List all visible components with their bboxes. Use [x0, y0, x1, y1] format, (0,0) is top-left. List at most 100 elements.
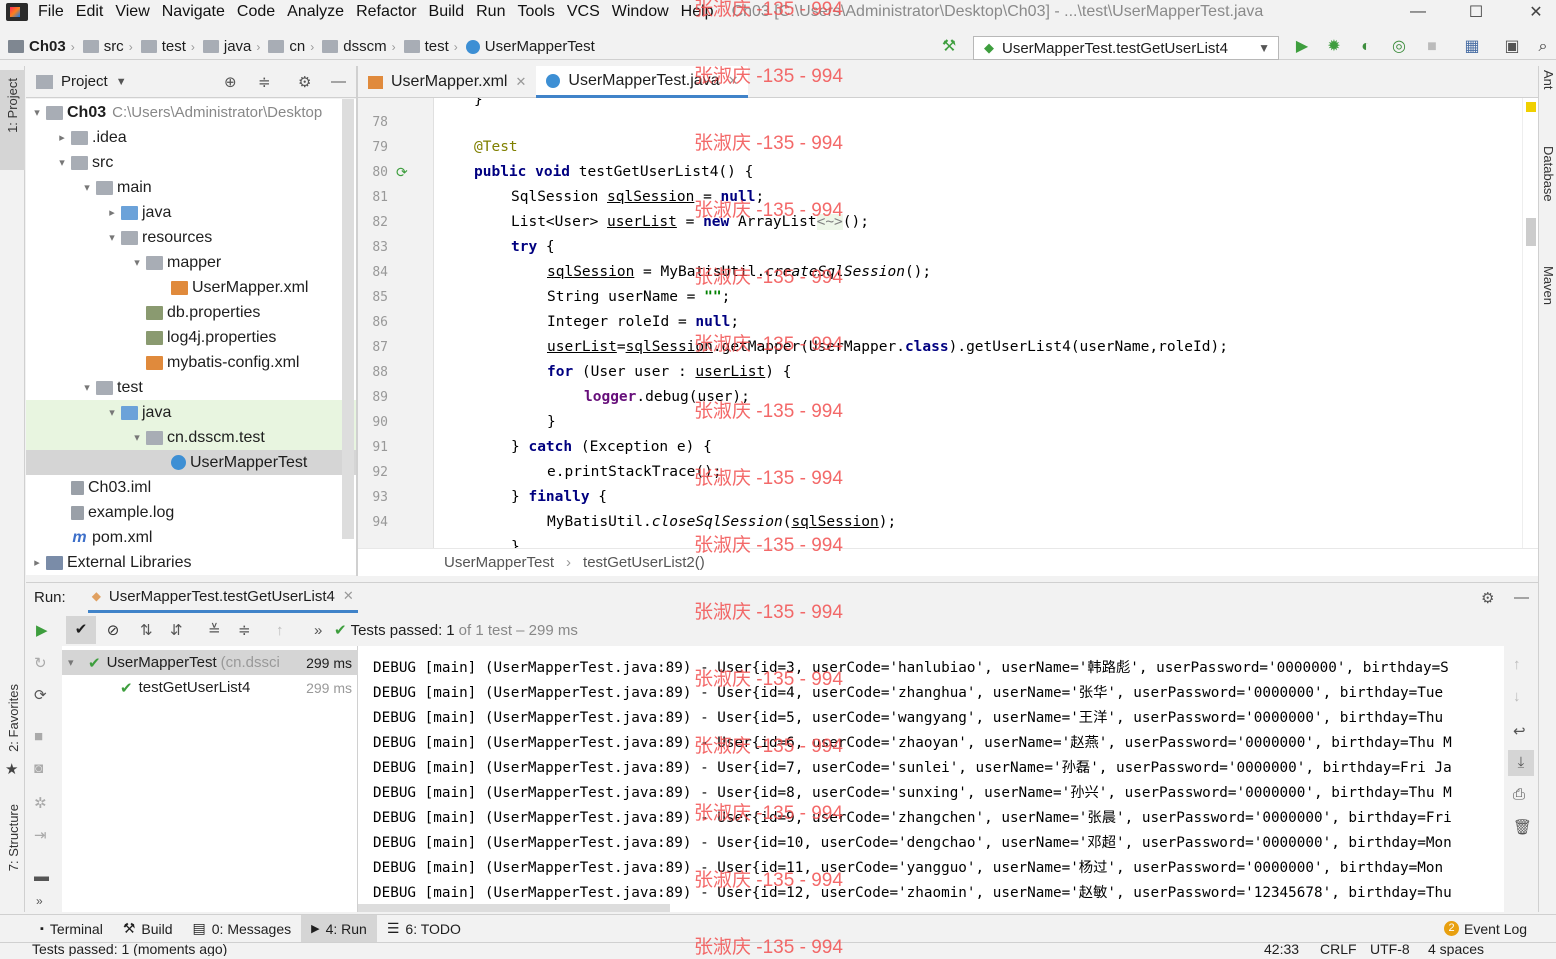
- terminal-window-icon[interactable]: ▣: [1503, 38, 1521, 56]
- editor-tab[interactable]: UserMapperTest.java ✕: [536, 66, 749, 98]
- expand-all-icon[interactable]: ≚: [208, 621, 234, 639]
- console-horizontal-scrollbar[interactable]: [358, 904, 670, 912]
- ant-tool-label[interactable]: Ant: [1541, 70, 1556, 90]
- favorites-tool-label[interactable]: 2: Favorites: [6, 684, 21, 752]
- nav-crumb[interactable]: cn ›: [268, 38, 314, 55]
- chevron-down-icon[interactable]: ▾: [105, 406, 119, 419]
- structure-tool-label[interactable]: 7: Structure: [6, 804, 21, 871]
- coverage-icon[interactable]: ◐: [1357, 38, 1375, 56]
- line-separator[interactable]: CRLF: [1320, 943, 1357, 956]
- tree-node[interactable]: ▾ test: [26, 375, 356, 400]
- breadcrumb-method[interactable]: testGetUserList2(): [583, 554, 705, 571]
- chevron-down-icon[interactable]: ▾: [55, 156, 69, 169]
- caret-position[interactable]: 42:33: [1264, 943, 1299, 956]
- run-icon[interactable]: ▶: [1293, 38, 1311, 56]
- print-icon[interactable]: ⎙: [1513, 786, 1525, 803]
- debug-icon[interactable]: ✹: [1325, 38, 1343, 56]
- menu-item[interactable]: VCS: [561, 3, 606, 21]
- camera-icon[interactable]: ◙: [34, 760, 43, 777]
- chevron-down-icon[interactable]: ▾: [30, 106, 44, 119]
- tree-node[interactable]: ▾ main: [26, 175, 356, 200]
- tree-node[interactable]: ▸ java: [26, 200, 356, 225]
- trash-icon[interactable]: 🗑: [1513, 818, 1532, 836]
- project-tree-scrollbar[interactable]: [342, 99, 354, 539]
- rerun-failed-icon[interactable]: ↻: [34, 654, 47, 672]
- chevron-down-icon[interactable]: ▼: [116, 76, 127, 88]
- nav-crumb[interactable]: src ›: [82, 38, 133, 55]
- stop-icon[interactable]: ■: [1423, 38, 1441, 56]
- editor-tab[interactable]: UserMapper.xml ✕: [358, 66, 536, 98]
- menu-item[interactable]: Edit: [70, 3, 110, 21]
- maximize-icon[interactable]: ☐: [1448, 0, 1504, 24]
- run-tab[interactable]: ◆ UserMapperTest.testGetUserList4 ✕: [87, 583, 358, 613]
- tree-node[interactable]: example.log: [26, 500, 356, 525]
- soft-wrap-icon[interactable]: ↩: [1513, 722, 1526, 740]
- run-test-gutter-icon[interactable]: ⟳: [396, 164, 408, 181]
- nav-crumb[interactable]: java ›: [202, 38, 260, 55]
- indent-setting[interactable]: 4 spaces: [1428, 943, 1484, 956]
- profile-icon[interactable]: ◎: [1390, 38, 1408, 56]
- event-log-button[interactable]: 2 Event Log: [1434, 915, 1537, 943]
- menu-item[interactable]: File: [32, 3, 70, 21]
- tree-node[interactable]: ▸ External Libraries: [26, 550, 356, 575]
- collapse-all-icon[interactable]: ≑: [258, 73, 271, 91]
- chevron-down-icon[interactable]: ▾: [130, 256, 144, 269]
- tree-node[interactable]: ▾ Ch03 C:\Users\Administrator\Desktop: [26, 100, 356, 125]
- tree-node[interactable]: UserMapper.xml: [26, 275, 356, 300]
- tree-node[interactable]: ▾ src: [26, 150, 356, 175]
- editor-marker-bar[interactable]: [1522, 98, 1538, 548]
- tree-node[interactable]: ▾ java: [26, 400, 356, 425]
- build-hammer-icon[interactable]: ⚒: [940, 38, 958, 56]
- gear-icon[interactable]: ⚙: [1481, 589, 1494, 607]
- tree-node[interactable]: db.properties: [26, 300, 356, 325]
- menu-item[interactable]: Help: [675, 3, 720, 21]
- console-output[interactable]: DEBUG [main] (UserMapperTest.java:89) - …: [358, 646, 1504, 912]
- file-encoding[interactable]: UTF-8: [1370, 943, 1410, 956]
- project-panel-title[interactable]: Project: [61, 73, 108, 90]
- nav-crumb[interactable]: dsscm ›: [322, 38, 396, 55]
- nav-crumb[interactable]: UserMapperTest: [465, 38, 595, 55]
- tree-node[interactable]: Ch03.iml: [26, 475, 356, 500]
- settings-icon[interactable]: ✲: [34, 794, 47, 812]
- tree-node[interactable]: ▾ mapper: [26, 250, 356, 275]
- database-tool-label[interactable]: Database: [1541, 146, 1556, 202]
- editor-scroll-thumb[interactable]: [1526, 218, 1536, 246]
- build-tool-button[interactable]: ⚒ Build: [113, 915, 183, 943]
- search-icon[interactable]: ⌕: [1534, 38, 1552, 56]
- scroll-to-end-icon[interactable]: ⤓: [1508, 750, 1534, 776]
- messages-tool-button[interactable]: ▤ 0: Messages: [183, 915, 302, 943]
- menu-item[interactable]: Refactor: [350, 3, 422, 21]
- rerun-icon[interactable]: ▶: [36, 621, 56, 639]
- show-ignored-icon[interactable]: ⊘: [100, 621, 126, 639]
- nav-crumb[interactable]: Ch03 ›: [8, 38, 75, 55]
- close-window-icon[interactable]: ✕: [1508, 0, 1556, 24]
- todo-tool-button[interactable]: ☰ 6: TODO: [377, 915, 471, 943]
- chevron-down-icon[interactable]: ▾: [130, 431, 144, 444]
- tree-node[interactable]: ▾ resources: [26, 225, 356, 250]
- show-passed-icon[interactable]: ✔: [66, 616, 96, 644]
- menu-item[interactable]: Run: [470, 3, 511, 21]
- chevron-right-icon[interactable]: ▸: [30, 556, 44, 569]
- previous-failed-icon[interactable]: ↑: [276, 622, 302, 639]
- chevron-right-icon[interactable]: ▸: [55, 131, 69, 144]
- menu-item[interactable]: Build: [423, 3, 471, 21]
- menu-item[interactable]: Analyze: [281, 3, 350, 21]
- tree-node[interactable]: UserMapperTest: [26, 450, 356, 475]
- gear-icon[interactable]: ⚙: [298, 73, 311, 91]
- up-icon[interactable]: ↑: [1513, 656, 1521, 673]
- warning-indicator-icon[interactable]: [1526, 102, 1536, 112]
- breadcrumb-class[interactable]: UserMapperTest: [444, 554, 554, 571]
- close-tab-icon[interactable]: ✕: [515, 74, 526, 90]
- project-tool-button[interactable]: 1: Project: [0, 70, 25, 170]
- more-icon[interactable]: »: [36, 894, 43, 908]
- more-icon[interactable]: »: [314, 622, 330, 639]
- test-case-row[interactable]: ✔ testGetUserList4 299 ms: [62, 675, 358, 700]
- chevron-down-icon[interactable]: ▾: [80, 181, 94, 194]
- tree-node[interactable]: mybatis-config.xml: [26, 350, 356, 375]
- down-icon[interactable]: ↓: [1513, 688, 1521, 705]
- chevron-down-icon[interactable]: ▾: [105, 231, 119, 244]
- project-structure-icon[interactable]: ▦: [1463, 38, 1481, 56]
- minimize-icon[interactable]: —: [1390, 0, 1446, 24]
- close-tab-icon[interactable]: ✕: [343, 588, 354, 604]
- tree-node[interactable]: log4j.properties: [26, 325, 356, 350]
